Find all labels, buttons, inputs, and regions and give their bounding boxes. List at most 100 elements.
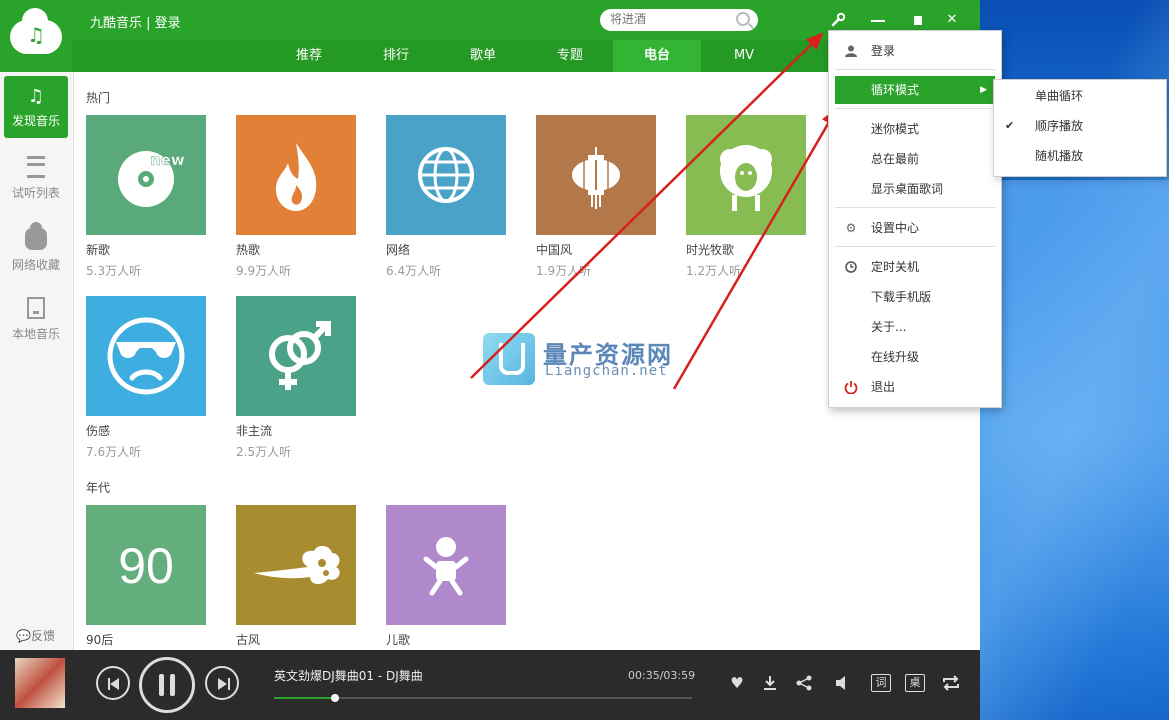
sidebar-item-listening-list[interactable]: 试听列表 [4,144,68,206]
sidebar-item-cloud-favorites[interactable]: 网络收藏 [4,214,68,276]
menu-item-online-upgrade[interactable]: 在线升级 [835,343,995,371]
close-button[interactable]: ✕ [942,10,962,30]
progress-bar[interactable] [274,694,692,702]
watermark: 量产资源网 Liangchan.net [483,333,703,389]
new-badge: new [150,151,185,169]
menu-item-timer-shutdown[interactable]: 定时关机 [835,253,995,281]
station-card[interactable]: 儿歌 [386,505,506,648]
tab-playlists[interactable]: 歌单 [439,40,527,72]
tab-ranking[interactable]: 排行 [352,40,440,72]
baby-icon [386,505,506,625]
sidebar-item-discover[interactable]: ♫ 发现音乐 [4,76,68,138]
wrench-icon [831,12,846,27]
station-card[interactable]: 网络 6.4万人听 [386,115,506,279]
menu-separator [835,207,995,208]
minimize-icon [871,20,885,22]
station-card[interactable]: 非主流 2.5万人听 [236,296,356,460]
station-card[interactable]: 热歌 9.9万人听 [236,115,356,279]
menu-separator [835,69,995,70]
album-cover[interactable] [15,658,65,708]
globe-icon [386,115,506,235]
restore-button[interactable] [908,10,928,30]
station-thumbnail [236,115,356,235]
loop-mode-submenu: 单曲循环 ✔ 顺序播放 随机播放 [993,79,1167,177]
cloud-icon [25,222,47,250]
tab-recommend[interactable]: 推荐 [265,40,353,72]
tab-radio[interactable]: 电台 [613,40,701,72]
download-button[interactable] [760,674,780,692]
cloud-pattern-icon [236,505,356,625]
app-logo[interactable]: ♫ [0,0,72,72]
progress-knob[interactable] [331,694,340,702]
sidebar-item-label: 网络收藏 [11,258,60,272]
station-name: 中国风 [536,243,573,257]
station-thumbnail [386,115,506,235]
watermark-subtitle: Liangchan.net [545,363,668,379]
menu-item-mini-mode[interactable]: 迷你模式 [835,115,995,143]
menu-item-exit[interactable]: 退出 [835,373,995,401]
menu-item-login[interactable]: 登录 [835,37,995,65]
menu-item-label: 关于... [871,320,907,334]
repeat-icon [943,675,959,691]
station-listeners: 7.6万人听 [86,445,142,459]
disc-new-icon: new [86,115,206,235]
menu-item-download-mobile[interactable]: 下载手机版 [835,283,995,311]
monitor-icon [27,297,45,319]
menu-item-about[interactable]: 关于... [835,313,995,341]
desktop-lyrics-button[interactable]: 桌 [905,674,925,692]
tab-mv[interactable]: MV [700,40,788,72]
search-icon[interactable] [736,12,750,26]
station-name: 非主流 [236,424,273,438]
station-card[interactable]: 90 90后 [86,505,206,648]
like-button[interactable]: ♥ [727,674,747,692]
repeat-button[interactable] [941,674,961,692]
submenu-arrow-icon: ▶ [980,85,987,95]
menu-item-loop-mode[interactable]: 循环模式 ▶ [835,76,995,104]
menu-item-always-on-top[interactable]: 总在最前 [835,145,995,173]
feedback-icon: 💬 [16,629,31,643]
station-card[interactable]: 中国风 1.9万人听 [536,115,656,279]
menu-item-desktop-lyrics[interactable]: 显示桌面歌词 [835,175,995,203]
share-icon [796,675,812,691]
share-button[interactable] [794,674,814,692]
close-icon: ✕ [946,12,958,27]
list-icon [27,156,45,178]
previous-button[interactable] [96,666,130,700]
download-icon [764,676,776,690]
lyrics-button[interactable]: 词 [871,674,891,692]
menu-separator [835,108,995,109]
station-thumbnail: 90 [86,505,206,625]
window-title[interactable]: 九酷音乐 | 登录 [90,12,181,31]
restore-icon [914,16,922,25]
submenu-item-sequential[interactable]: ✔ 顺序播放 [996,112,1164,140]
submenu-item-shuffle[interactable]: 随机播放 [996,142,1164,170]
gear-icon: ⚙ [845,221,857,235]
station-card[interactable]: 伤感 7.6万人听 [86,296,206,460]
sidebar-item-local-music[interactable]: 本地音乐 [4,284,68,346]
station-card[interactable]: new 新歌 5.3万人听 [86,115,206,279]
pause-icon [158,674,176,696]
station-name: 90后 [86,633,114,647]
search-box[interactable] [600,9,758,31]
search-input[interactable] [610,12,730,26]
tools-button[interactable] [828,10,848,30]
svg-text:90: 90 [118,538,174,594]
section-title-hot: 热门 [86,91,111,105]
next-button[interactable] [205,666,239,700]
sidebar: ♫ 发现音乐 试听列表 网络收藏 本地音乐 💬反馈 [0,72,74,650]
submenu-item-single-loop[interactable]: 单曲循环 [996,82,1164,110]
pause-button[interactable] [139,657,195,713]
feedback-link[interactable]: 💬反馈 [16,627,55,644]
number-90-icon: 90 [86,505,206,625]
watermark-logo [483,333,535,385]
station-thumbnail [386,505,506,625]
menu-item-settings[interactable]: ⚙ 设置中心 [835,214,995,242]
tab-topics[interactable]: 专题 [526,40,614,72]
volume-button[interactable] [832,674,852,692]
station-listeners: 5.3万人听 [86,264,142,278]
station-card[interactable]: 时光牧歌 1.2万人听 [686,115,806,279]
station-listeners: 1.9万人听 [536,264,592,278]
minimize-button[interactable] [868,10,888,30]
station-card[interactable]: 古风 [236,505,356,648]
menu-item-label: 循环模式 [871,83,920,97]
